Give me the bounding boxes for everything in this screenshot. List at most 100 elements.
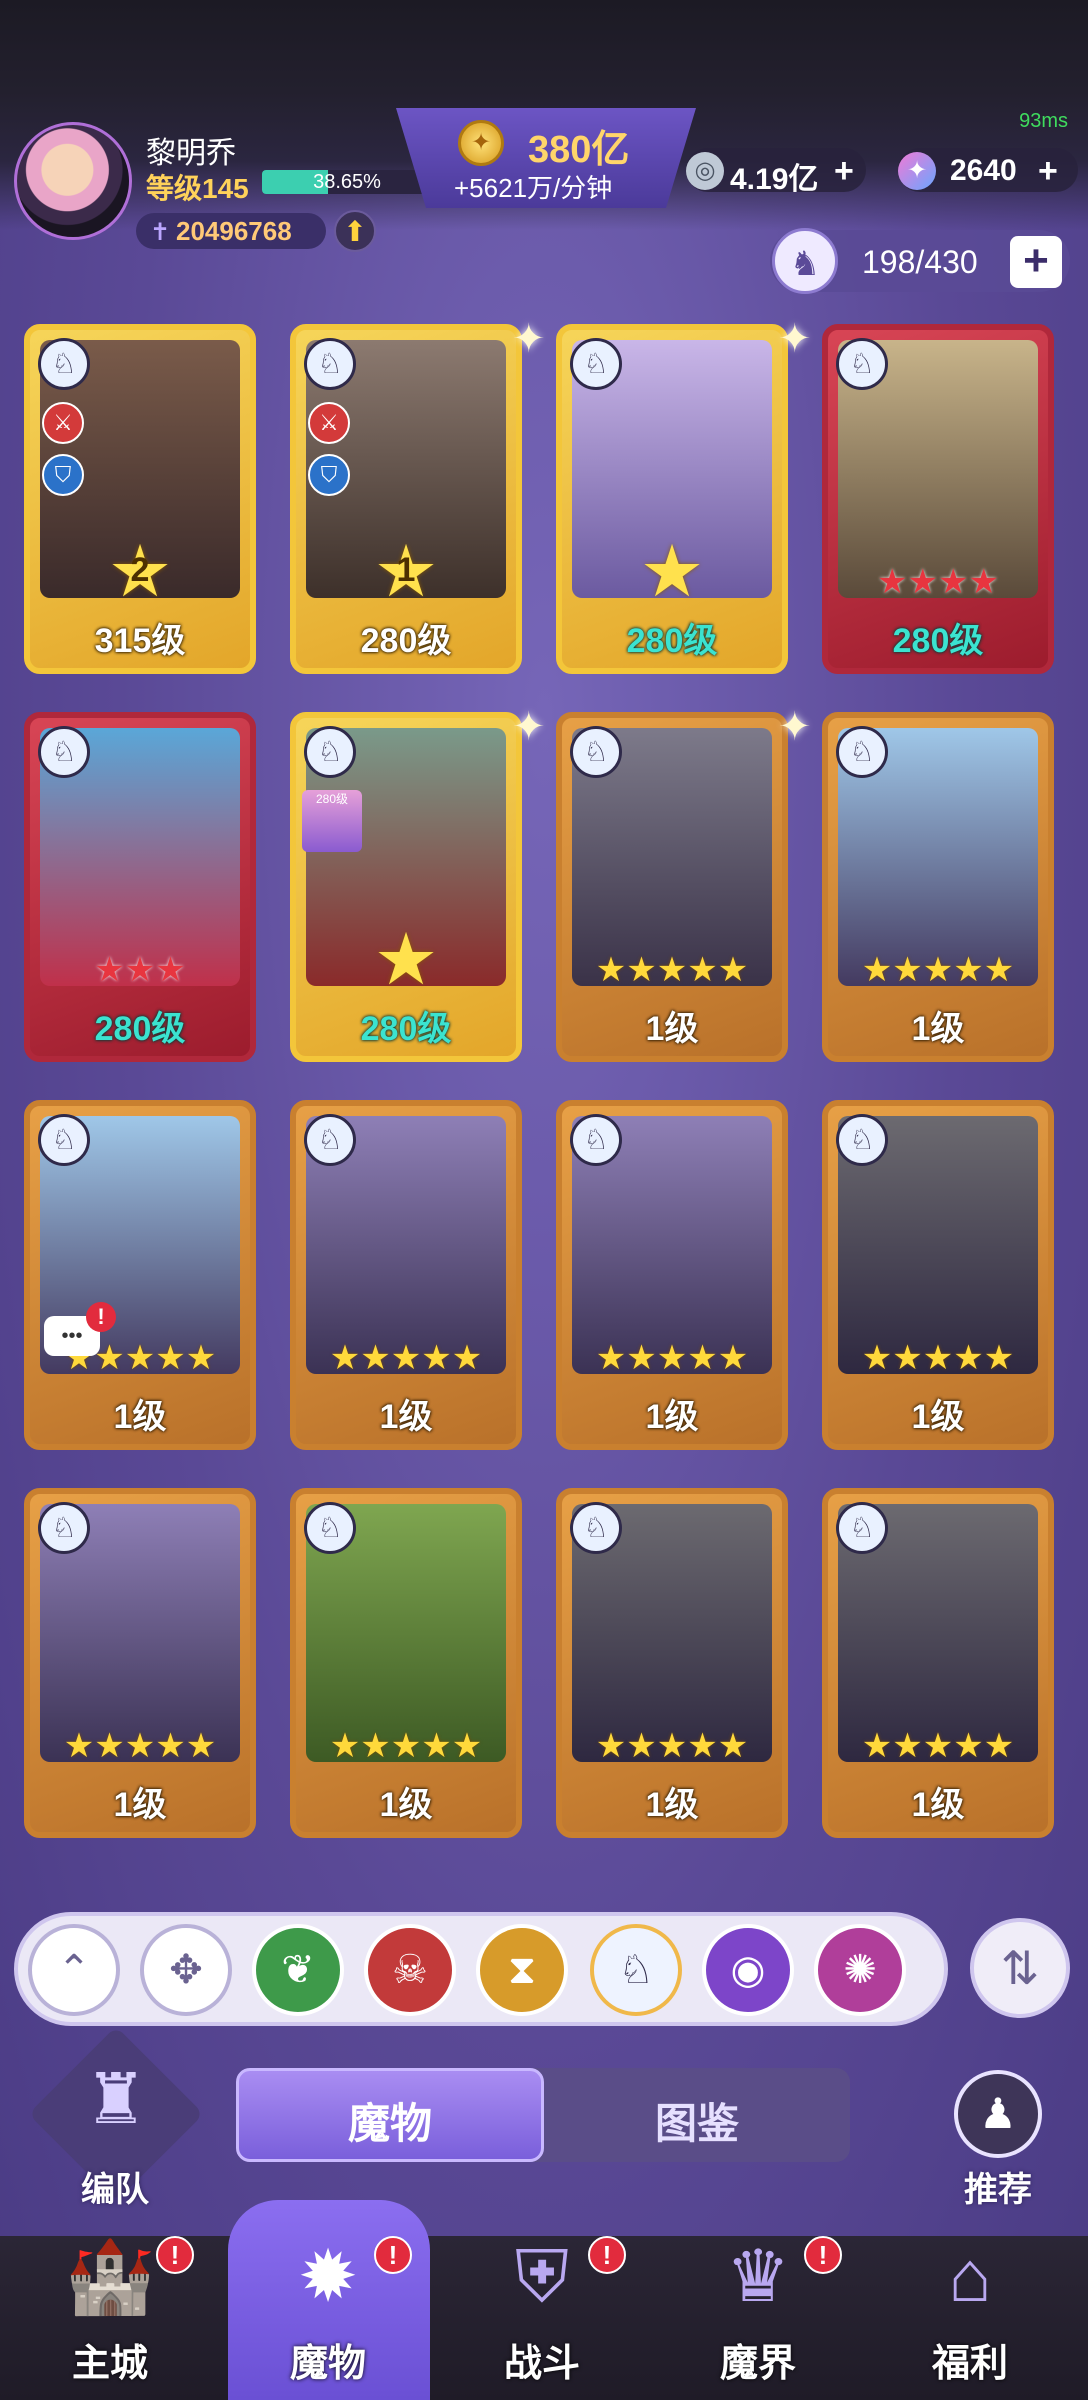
monster-level: 1级: [911, 1398, 965, 1436]
wolf-faction-icon: ♘: [304, 726, 356, 778]
shield-sword-icon[interactable]: ⛨: [487, 2222, 597, 2332]
monster-level: 280级: [94, 1010, 186, 1048]
power-value: 20496768: [176, 216, 292, 246]
nav-label[interactable]: 战斗: [452, 2332, 632, 2387]
defense-role-icon: ⛉: [308, 454, 350, 496]
monster-card[interactable]: ♘ ★★★★★ 1级: [24, 1488, 256, 1838]
monster-card[interactable]: ♘ ★ 280级: [556, 324, 788, 674]
wolf-faction-icon: ♘: [836, 726, 888, 778]
monster-card[interactable]: ♘ ★★★★★ 1级: [290, 1488, 522, 1838]
star-rating: ★★★★★: [595, 1727, 749, 1765]
nav-label[interactable]: 主城: [20, 2332, 200, 2387]
eye-faction-icon[interactable]: ◉: [702, 1924, 794, 2016]
star-rating: ★★★★★: [595, 951, 749, 989]
castle-rook-icon: ♜: [84, 2060, 148, 2138]
monster-card[interactable]: ♘ ★★★★ 280级: [822, 324, 1054, 674]
roster-capacity: 198/430: [862, 244, 978, 280]
monster-level: 1级: [379, 1786, 433, 1824]
attack-role-icon: ⚔: [42, 402, 84, 444]
monster-card[interactable]: ♘ ★★★★★ 1级: [822, 1100, 1054, 1450]
wolf-faction-icon[interactable]: ♘: [590, 1924, 682, 2016]
recommend-label[interactable]: 推荐: [930, 2162, 1066, 2211]
monster-card[interactable]: ♘ ⚔ ⛉ ★ 2 315级: [24, 324, 256, 674]
awaken-star-icon: ★: [639, 532, 705, 612]
awaken-rank: 1: [396, 551, 416, 589]
wolf-faction-icon: ♘: [38, 338, 90, 390]
sparkle-icon: ✦: [512, 705, 546, 749]
monster-head-icon: ♞: [772, 228, 838, 294]
hourglass-faction-icon[interactable]: ⧗: [476, 1924, 568, 2016]
monster-level: 280级: [360, 622, 452, 660]
power-up-button[interactable]: ⬆: [334, 210, 376, 252]
monster-level: 280级: [626, 622, 718, 660]
add-silver-button[interactable]: +: [834, 152, 854, 191]
monster-card[interactable]: ♘ ★★★★★ 1级: [556, 1488, 788, 1838]
sparkle-icon: ✦: [778, 705, 812, 749]
monster-level: 1级: [645, 1786, 699, 1824]
monster-card[interactable]: ♘ ★★★★★ 1级: [556, 1100, 788, 1450]
awaken-rank: 2: [130, 551, 150, 589]
monster-level: 1级: [911, 1786, 965, 1824]
wolf-faction-icon: ♘: [570, 726, 622, 778]
wolf-faction-icon: ♘: [304, 338, 356, 390]
ping-readout: 93ms: [1019, 110, 1068, 132]
sparkle-icon: ✦: [512, 317, 546, 361]
star-rating: ★★★★★: [329, 1339, 483, 1377]
attack-role-icon: ⚔: [308, 402, 350, 444]
monster-card[interactable]: ♘ ★★★★★ 1级: [556, 712, 788, 1062]
gem-value: 2640: [950, 154, 1017, 187]
demon-realm-icon[interactable]: ♛: [703, 2222, 813, 2332]
tab-codex[interactable]: 图鉴: [544, 2090, 850, 2151]
nav-label[interactable]: 魔物: [238, 2332, 418, 2387]
nav-alert-badge: !: [588, 2236, 626, 2274]
star-gem-icon: ✦: [898, 152, 936, 190]
expand-roster-button[interactable]: +: [1010, 236, 1062, 288]
awaken-star-icon: ★: [373, 920, 439, 1000]
swirl-faction-icon[interactable]: ✺: [814, 1924, 906, 2016]
add-gem-button[interactable]: +: [1038, 152, 1058, 191]
star-rating: ★★★: [94, 951, 186, 989]
gold-coin-icon: ✦: [458, 120, 504, 166]
monster-card[interactable]: ♘ ★★★★★ 1级: [290, 1100, 522, 1450]
demon-faction-icon[interactable]: ☠: [364, 1924, 456, 2016]
gold-amount: 380亿: [528, 129, 630, 171]
monster-card[interactable]: ♘ ★★★★★ 1级: [822, 712, 1054, 1062]
star-rating: ★★★★★: [861, 1727, 1015, 1765]
chevrons-up-icon[interactable]: ⌃: [28, 1924, 120, 2016]
player-level: 等级145: [146, 173, 249, 204]
monster-level: 280级: [892, 622, 984, 660]
xp-percent: 38.65%: [313, 171, 381, 193]
star-rating: ★★★★★: [329, 1727, 483, 1765]
monster-level: 280级: [360, 1010, 452, 1048]
alert-badge: !: [86, 1302, 116, 1332]
flame-icon[interactable]: ✹: [273, 2222, 383, 2332]
wolf-faction-icon: ♘: [570, 1502, 622, 1554]
silver-coin-icon: ◎: [686, 152, 724, 190]
player-avatar[interactable]: [14, 122, 132, 240]
castle-icon[interactable]: 🏰: [55, 2222, 165, 2332]
monster-card[interactable]: ♘ ★★★★★ 1级: [822, 1488, 1054, 1838]
linked-monster-thumbnail: 280级: [302, 790, 362, 852]
leaf-faction-icon[interactable]: ❦: [252, 1924, 344, 2016]
recommend-icon[interactable]: ♟: [954, 2070, 1042, 2158]
all-factions-icon[interactable]: ✥: [140, 1924, 232, 2016]
nav-label[interactable]: 福利: [880, 2332, 1060, 2387]
monster-card[interactable]: ♘ 280级 ★ 280级: [290, 712, 522, 1062]
wolf-faction-icon: ♘: [570, 338, 622, 390]
monster-card[interactable]: ♘ ★★★★★ •••! 1级: [24, 1100, 256, 1450]
star-rating: ★★★★: [877, 563, 999, 601]
wolf-faction-icon: ♘: [304, 1502, 356, 1554]
wolf-faction-icon: ♘: [38, 726, 90, 778]
monster-card[interactable]: ♘ ★★★ 280级: [24, 712, 256, 1062]
monster-card[interactable]: ♘ ⚔ ⛉ ★ 1 280级: [290, 324, 522, 674]
monster-level: 1级: [113, 1398, 167, 1436]
wolf-faction-icon: ♘: [38, 1502, 90, 1554]
silver-value: 4.19亿: [730, 163, 819, 196]
monster-level: 315级: [94, 622, 186, 660]
chest-icon[interactable]: ⌂: [915, 2222, 1025, 2332]
tab-monsters-label[interactable]: 魔物: [236, 2090, 544, 2151]
sort-button[interactable]: ⇅: [970, 1918, 1070, 2018]
team-label[interactable]: 编队: [30, 2162, 200, 2211]
star-rating: ★★★★★: [861, 951, 1015, 989]
nav-label[interactable]: 魔界: [668, 2332, 848, 2387]
